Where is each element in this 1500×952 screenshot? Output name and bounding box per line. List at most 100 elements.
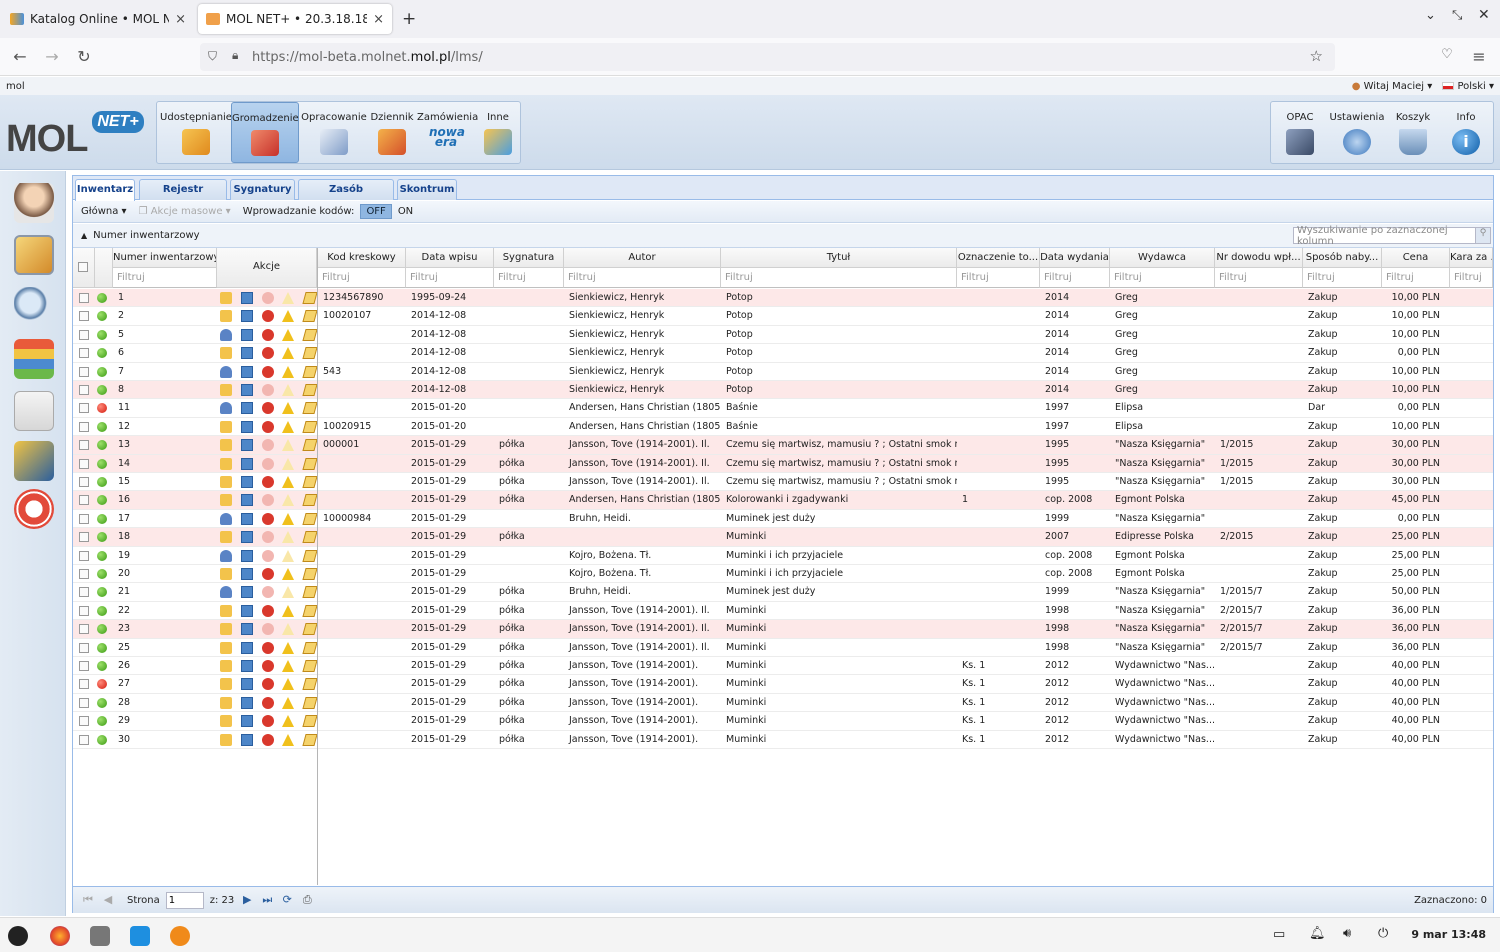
edit-record-icon[interactable]	[241, 310, 253, 323]
warning-icon[interactable]	[282, 678, 294, 691]
row-checkbox[interactable]	[79, 366, 89, 377]
edit-record-icon[interactable]	[241, 549, 253, 562]
edit-record-icon[interactable]	[241, 292, 253, 304]
edit-record-icon[interactable]	[241, 384, 253, 396]
shield-icon[interactable]: ⛉	[208, 49, 217, 64]
move-folder-icon[interactable]	[220, 420, 232, 433]
collapse-arrow-icon[interactable]: ▲	[81, 231, 87, 240]
edit-record-icon[interactable]	[241, 715, 253, 728]
delete-icon[interactable]	[262, 696, 274, 709]
edit-record-icon[interactable]	[241, 365, 253, 378]
table-row[interactable]: 5 2014-12-08 Sienkiewicz, Henryk Potop 2014 G…	[73, 326, 1493, 345]
filter-signature[interactable]: Filtruj	[494, 268, 564, 288]
table-row[interactable]: 30 2015-01-29 półka Jansson, Tove (1914-200…	[73, 731, 1493, 749]
reader-loan-icon[interactable]	[220, 549, 232, 562]
row-checkbox[interactable]	[79, 679, 89, 690]
header-publisher[interactable]: Wydawca	[1110, 248, 1215, 268]
table-row[interactable]: 12 10020915 2015-01-20 Andersen, Hans Chris…	[73, 418, 1493, 437]
magnifier-search-icon[interactable]	[14, 287, 54, 327]
warning-icon[interactable]	[282, 604, 294, 617]
table-row[interactable]: 15 2015-01-29 półka Jansson, Tove (1914-200…	[73, 473, 1493, 492]
row-checkbox[interactable]	[79, 716, 89, 727]
pencil-edit-icon[interactable]	[302, 365, 318, 378]
warning-icon[interactable]	[282, 347, 294, 360]
warning-icon[interactable]	[282, 641, 294, 654]
folder-books-icon[interactable]	[14, 441, 54, 481]
table-row[interactable]: 19 2015-01-29 Kojro, Bożena. Tł. Muminki i …	[73, 547, 1493, 565]
menu-opac[interactable]: OPAC	[1273, 102, 1327, 163]
pencil-edit-icon[interactable]	[302, 641, 318, 654]
row-checkbox[interactable]	[79, 734, 89, 745]
pencil-edit-icon[interactable]	[302, 402, 318, 415]
row-checkbox[interactable]	[79, 587, 89, 598]
edit-record-icon[interactable]	[241, 623, 253, 636]
back-arrow-icon[interactable]: ←	[10, 47, 30, 66]
zorin-menu-icon[interactable]	[8, 926, 28, 946]
pencil-edit-icon[interactable]	[302, 586, 318, 599]
row-checkbox[interactable]	[79, 348, 89, 359]
edit-record-icon[interactable]	[241, 420, 253, 433]
close-window-icon[interactable]: ✕	[1478, 7, 1490, 23]
move-folder-icon[interactable]	[220, 347, 232, 360]
delete-icon[interactable]	[262, 494, 274, 507]
move-folder-icon[interactable]	[220, 457, 232, 470]
filter-fine[interactable]: Filtruj	[1450, 268, 1493, 288]
filter-author[interactable]: Filtruj	[564, 268, 721, 288]
lifebuoy-help-icon[interactable]	[14, 489, 54, 529]
header-signature[interactable]: Sygnatura	[494, 248, 564, 268]
tab-sygnatury[interactable]: Sygnatury	[230, 179, 295, 200]
move-folder-icon[interactable]	[220, 623, 232, 636]
warning-icon[interactable]	[282, 402, 294, 415]
table-row[interactable]: 1 1234567890 1995-09-24 Sienkiewicz, Henryk…	[73, 289, 1493, 308]
close-tab-icon[interactable]: ×	[373, 12, 384, 27]
reader-loan-icon[interactable]	[220, 365, 232, 378]
delete-icon[interactable]	[262, 384, 274, 396]
row-checkbox[interactable]	[79, 403, 89, 414]
software-store-icon[interactable]	[130, 926, 150, 946]
code-input-on-toggle[interactable]: ON	[398, 206, 413, 217]
header-title[interactable]: Tytuł	[721, 248, 957, 268]
tab-zasob-czasopism[interactable]: Zasób czasopism	[298, 179, 394, 214]
pencil-edit-icon[interactable]	[302, 328, 318, 341]
delete-icon[interactable]	[262, 457, 274, 470]
row-checkbox[interactable]	[79, 605, 89, 616]
delete-icon[interactable]	[262, 402, 274, 415]
delete-icon[interactable]	[262, 660, 274, 672]
pencil-edit-icon[interactable]	[302, 678, 318, 691]
pencil-edit-icon[interactable]	[302, 531, 318, 544]
filter-barcode[interactable]: Filtruj	[318, 268, 406, 288]
header-fine[interactable]: Kara za ...	[1450, 248, 1493, 268]
move-folder-icon[interactable]	[220, 660, 232, 672]
power-icon[interactable]: ⏻	[1378, 926, 1388, 941]
edit-record-icon[interactable]	[241, 347, 253, 360]
move-folder-icon[interactable]	[220, 310, 232, 323]
reader-loan-icon[interactable]	[220, 512, 232, 525]
move-folder-icon[interactable]	[220, 678, 232, 691]
files-icon[interactable]	[90, 926, 110, 946]
pencil-edit-icon[interactable]	[302, 604, 318, 617]
reader-loan-icon[interactable]	[220, 586, 232, 599]
main-menu-button[interactable]: Główna ▾	[81, 206, 127, 217]
menu-gromadzenie[interactable]: Gromadzenie	[231, 102, 299, 163]
move-folder-icon[interactable]	[220, 696, 232, 709]
warning-icon[interactable]	[282, 476, 294, 488]
print-icon[interactable]: ⎙	[300, 893, 314, 907]
pencil-edit-icon[interactable]	[302, 439, 318, 452]
edit-record-icon[interactable]	[241, 328, 253, 341]
table-row[interactable]: 14 2015-01-29 półka Jansson, Tove (1914-200…	[73, 454, 1493, 473]
table-row[interactable]: 7 543 2014-12-08 Sienkiewicz, Henryk Potop 20…	[73, 363, 1493, 381]
tab-rejestr-ubytkow[interactable]: Rejestr ubytków	[139, 179, 227, 214]
pencil-edit-icon[interactable]	[302, 512, 318, 525]
refresh-icon[interactable]: ⟳	[280, 893, 294, 907]
move-folder-icon[interactable]	[220, 494, 232, 507]
table-row[interactable]: 21 2015-01-29 półka Bruhn, Heidi. Muminek je…	[73, 583, 1493, 602]
pencil-edit-icon[interactable]	[302, 733, 318, 746]
add-document-icon[interactable]	[14, 391, 54, 431]
delete-icon[interactable]	[262, 733, 274, 746]
delete-icon[interactable]	[262, 292, 274, 304]
move-folder-icon[interactable]	[220, 476, 232, 488]
move-folder-icon[interactable]	[220, 715, 232, 728]
warning-icon[interactable]	[282, 420, 294, 433]
row-checkbox[interactable]	[79, 624, 89, 635]
pencil-edit-icon[interactable]	[302, 715, 318, 728]
